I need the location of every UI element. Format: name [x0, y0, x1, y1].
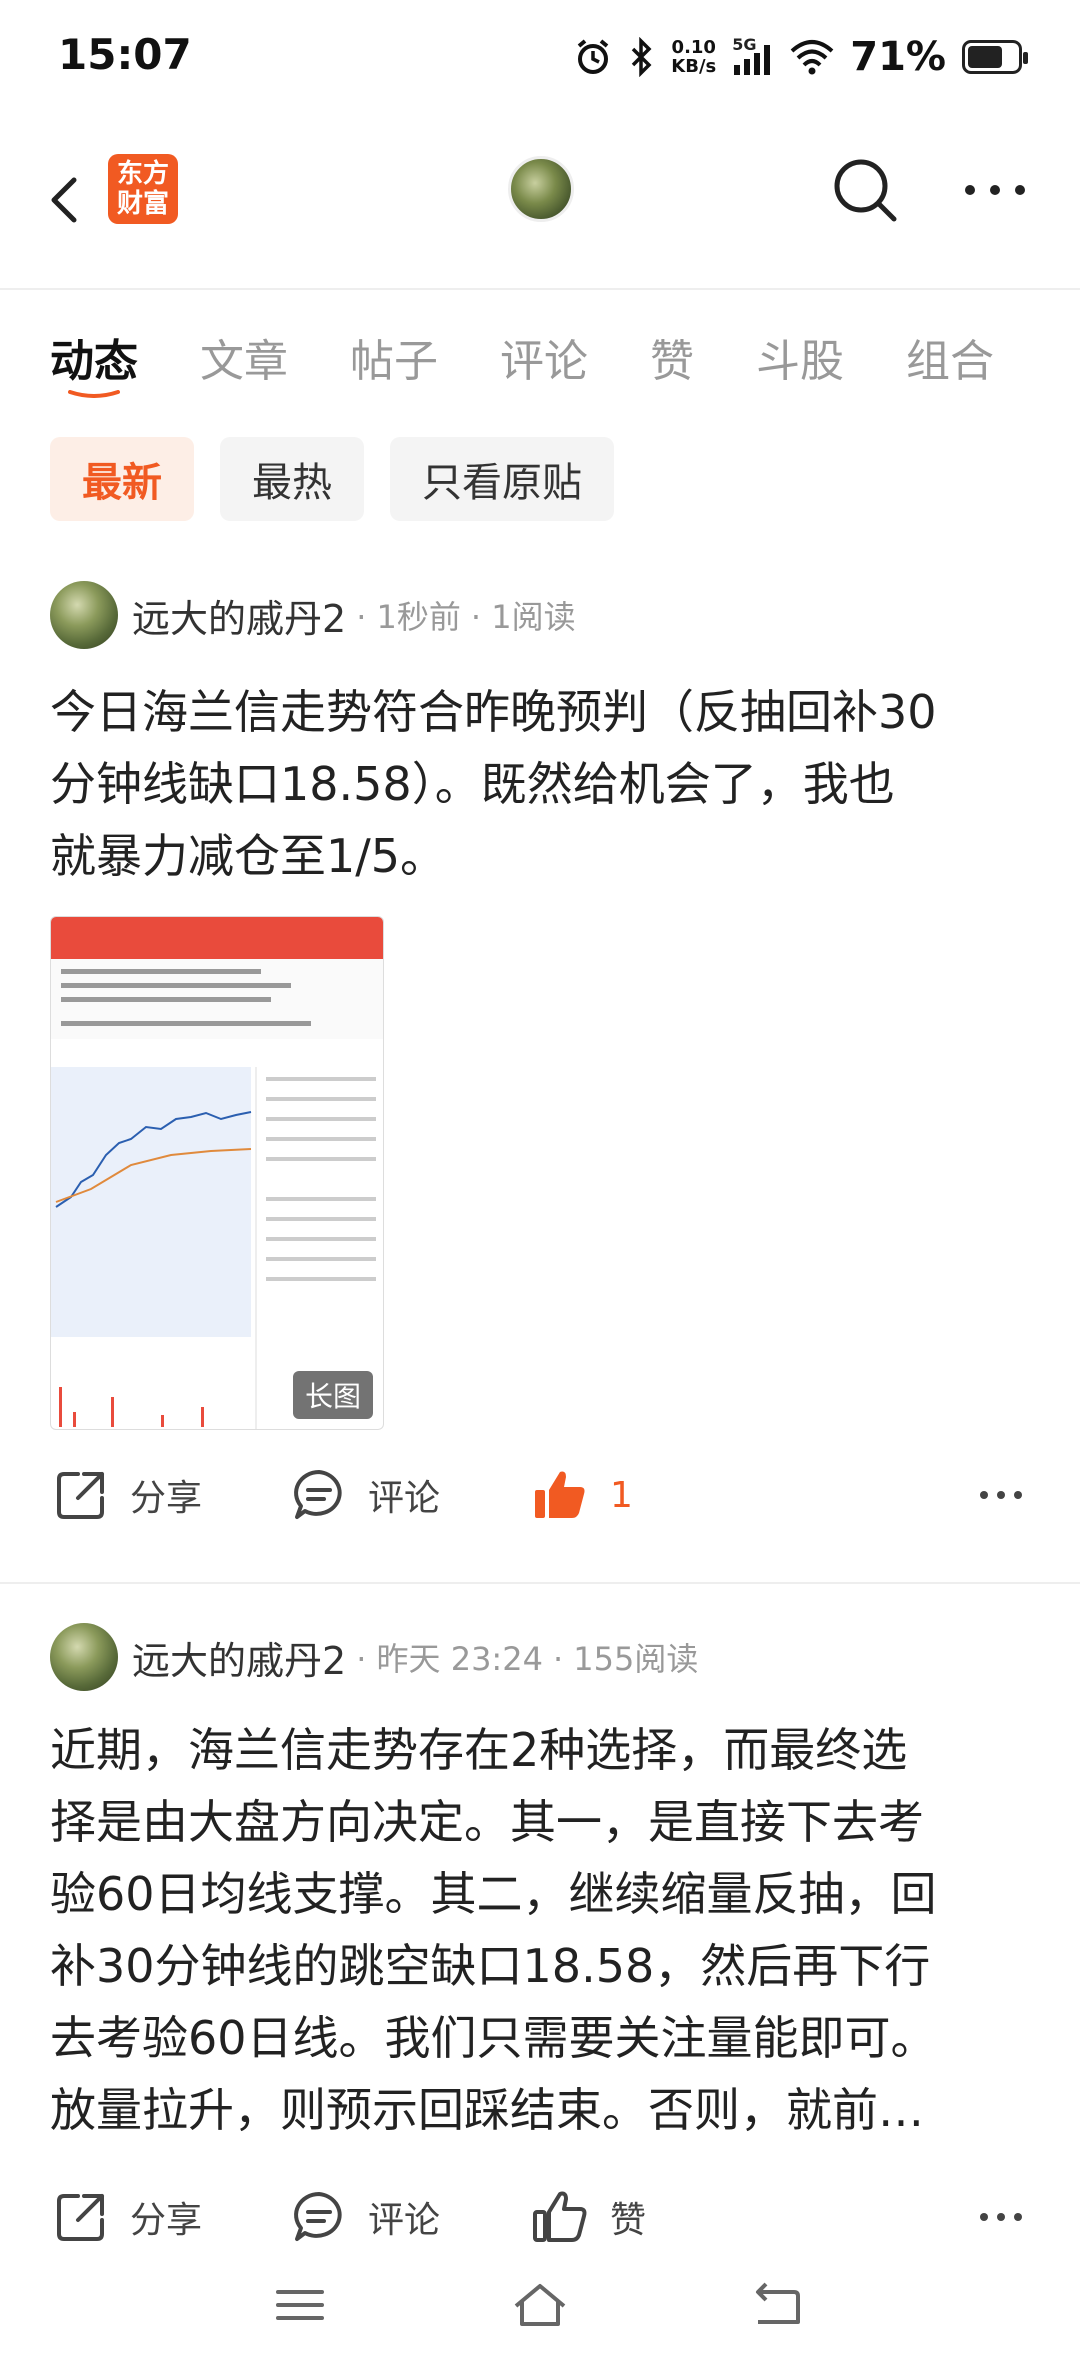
comment-icon — [294, 2192, 342, 2241]
system-nav-bar — [0, 2260, 1080, 2360]
alarm-icon — [578, 39, 609, 74]
battery-percent: 71% — [850, 34, 946, 80]
status-icons: 0.10 KB/s 5G 71% — [573, 32, 1028, 82]
post-actions: 分享 评论 1 — [0, 1460, 1080, 1530]
more-horizontal-icon[interactable] — [978, 1480, 1024, 1510]
battery-fill — [968, 46, 1002, 68]
status-bar: 15:07 0.10 KB/s 5G 71% — [0, 0, 1080, 110]
avatar[interactable] — [50, 1623, 118, 1691]
tab-articles[interactable]: 文章 — [200, 300, 288, 410]
back-nav-icon[interactable] — [748, 2280, 804, 2330]
tab-portfolio[interactable]: 组合 — [906, 300, 994, 410]
status-time: 15:07 — [58, 30, 192, 79]
nav-bar: 东方 财富 — [0, 110, 1080, 290]
net-speed: 0.10 KB/s — [671, 37, 717, 77]
share-button[interactable]: 分享 — [54, 2182, 202, 2252]
filter-chips: 最新 最热 只看原贴 — [50, 437, 614, 521]
thumbs-up-icon — [533, 2191, 587, 2242]
post-reads: · 1阅读 — [470, 598, 576, 636]
tab-likes[interactable]: 赞 — [650, 300, 694, 410]
profile-tabs: 动态 文章 帖子 评论 赞 斗股 组合 — [0, 300, 1080, 410]
filter-original-only[interactable]: 只看原贴 — [390, 437, 614, 521]
comment-icon — [294, 1470, 342, 1519]
post-actions: 分享 评论 赞 — [0, 2182, 1080, 2252]
cellular-signal-icon — [734, 45, 771, 75]
tab-dynamic[interactable]: 动态 — [50, 300, 138, 410]
signal-5g: 5G — [732, 35, 774, 77]
thumbs-up-icon — [535, 1471, 585, 1518]
comment-button[interactable]: 评论 — [292, 2182, 440, 2252]
share-icon — [57, 2194, 104, 2241]
like-button[interactable]: 1 — [532, 1460, 633, 1530]
tab-underline — [68, 390, 120, 398]
avatar[interactable] — [508, 156, 574, 222]
more-horizontal-icon[interactable] — [960, 165, 1030, 215]
share-button[interactable]: 分享 — [54, 1460, 202, 1530]
like-count: 1 — [610, 1474, 633, 1516]
menu-icon[interactable] — [272, 2280, 328, 2330]
post-body[interactable]: 近期，海兰信走势存在2种选择，而最终选 择是由大盘方向决定。其一，是直接下去考 … — [50, 1714, 1030, 2146]
post-image[interactable]: 长图 — [50, 916, 384, 1430]
post-body[interactable]: 今日海兰信走势符合昨晚预判（反抽回补30 分钟线缺口18.58）。既然给机会了，… — [50, 676, 1030, 892]
post-reads: · 155阅读 — [552, 1640, 699, 1678]
comment-button[interactable]: 评论 — [292, 1460, 440, 1530]
stock-chart-image — [51, 917, 383, 1429]
like-button[interactable]: 赞 — [532, 2182, 646, 2252]
chevron-left-icon[interactable] — [40, 158, 90, 242]
search-icon[interactable] — [830, 155, 900, 225]
post-card[interactable]: 远大的戚丹2 · 昨天 23:24 · 155阅读 近期，海兰信走势存在2种选择… — [0, 1622, 1080, 2272]
author-name[interactable]: 远大的戚丹2 — [132, 588, 346, 643]
home-icon[interactable] — [510, 2280, 570, 2330]
post-header: 远大的戚丹2 · 1秒前 · 1阅读 — [50, 580, 576, 650]
share-icon — [57, 1472, 104, 1519]
tab-comments[interactable]: 评论 — [500, 300, 588, 410]
tab-posts[interactable]: 帖子 — [350, 300, 438, 410]
more-horizontal-icon[interactable] — [978, 2202, 1024, 2232]
post-time: · 1秒前 — [356, 598, 461, 636]
battery-icon — [962, 40, 1028, 74]
tab-stock-battle[interactable]: 斗股 — [756, 300, 844, 410]
avatar[interactable] — [50, 581, 118, 649]
filter-latest[interactable]: 最新 — [50, 437, 194, 521]
post-time: · 昨天 23:24 — [356, 1640, 543, 1678]
app-logo[interactable]: 东方 财富 — [108, 154, 178, 224]
filter-hot[interactable]: 最热 — [220, 437, 364, 521]
bluetooth-icon — [632, 37, 652, 77]
post-header: 远大的戚丹2 · 昨天 23:24 · 155阅读 — [50, 1622, 698, 1692]
long-image-badge: 长图 — [292, 1371, 373, 1419]
post-divider — [0, 1582, 1080, 1584]
wifi-icon — [790, 40, 834, 75]
author-name[interactable]: 远大的戚丹2 — [132, 1630, 346, 1685]
